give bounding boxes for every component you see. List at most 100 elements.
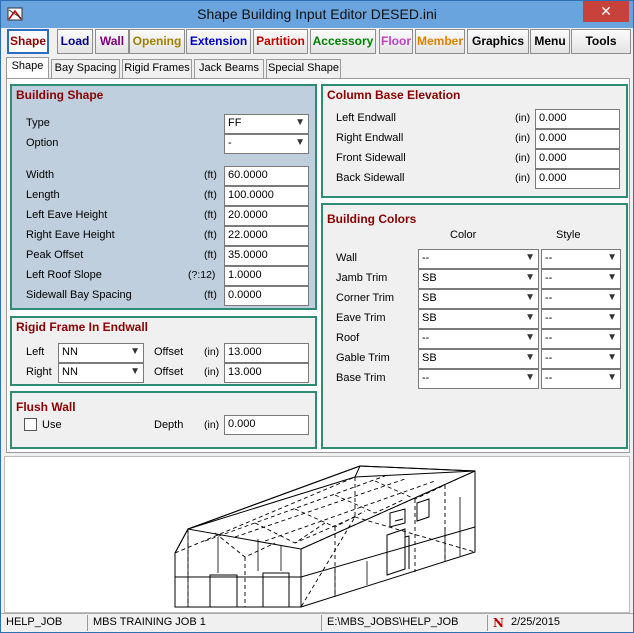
corner-trim-style-select-value: -- <box>545 292 553 304</box>
corner-trim-color-select-value: SB <box>422 292 437 304</box>
roof-style-select[interactable]: -- ▼ <box>541 329 621 349</box>
wall-label: Wall <box>336 252 357 264</box>
toolbar-tools-button[interactable]: Tools <box>571 29 631 54</box>
tab-jack-beams[interactable]: Jack Beams <box>194 59 264 78</box>
toolbar-accessory-button[interactable]: Accessory <box>310 29 376 54</box>
chevron-down-icon: ▼ <box>295 137 305 148</box>
tab-rigid-frames[interactable]: Rigid Frames <box>122 59 192 78</box>
rigid-frame-title: Rigid Frame In Endwall <box>16 320 149 334</box>
option-select[interactable]: - ▼ <box>224 134 309 154</box>
roof-label: Roof <box>336 332 360 344</box>
chevron-down-icon: ▼ <box>525 332 535 343</box>
base-trim-color-select[interactable]: -- ▼ <box>418 369 539 389</box>
eave-trim-color-select-value: SB <box>422 312 437 324</box>
jamb-trim-style-select-value: -- <box>545 272 553 284</box>
building-colors-title: Building Colors <box>327 212 417 226</box>
color-header: Color <box>450 229 477 241</box>
eave-trim-color-select[interactable]: SB ▼ <box>418 309 539 329</box>
toolbar-wall-button[interactable]: Wall <box>95 29 129 54</box>
wall-color-select[interactable]: -- ▼ <box>418 249 539 269</box>
back-sidewall-unit: (in) <box>515 172 531 184</box>
nucor-logo-icon: N <box>493 616 504 630</box>
toolbar-load-button[interactable]: Load <box>57 29 93 54</box>
base-trim-color-select-value: -- <box>422 372 430 384</box>
use-label: Use <box>42 419 62 431</box>
left-roof-slope-input[interactable]: 1.0000 <box>224 266 309 286</box>
rigid-left-label: Left <box>26 346 45 358</box>
width-unit: (ft) <box>204 169 217 181</box>
depth-input[interactable]: 0.000 <box>224 415 309 435</box>
gable-trim-color-select-value: SB <box>422 352 437 364</box>
tab-special-shape[interactable]: Special Shape <box>266 59 341 78</box>
front-sidewall-label: Front Sidewall <box>336 152 406 164</box>
front-sidewall-unit: (in) <box>515 152 531 164</box>
toolbar-shape-button[interactable]: Shape <box>7 29 49 54</box>
close-button[interactable]: ✕ <box>583 1 629 22</box>
right-endwall-input[interactable]: 0.000 <box>535 129 620 149</box>
toolbar-graphics-button[interactable]: Graphics <box>467 29 529 54</box>
eave-trim-label: Eave Trim <box>336 312 386 324</box>
right-eave-height-input[interactable]: 22.0000 <box>224 226 309 246</box>
back-sidewall-label: Back Sidewall <box>336 172 405 184</box>
chevron-down-icon: ▼ <box>607 372 617 383</box>
chevron-down-icon: ▼ <box>607 312 617 323</box>
rigid-frame-group: Rigid Frame In Endwall Left NN ▼ Offset (in)… <box>10 316 317 386</box>
base-trim-style-select-value: -- <box>545 372 553 384</box>
use-checkbox[interactable] <box>24 418 37 431</box>
window-title: Shape Building Input Editor DESED.ini <box>197 6 437 22</box>
rigid-right-unit: (in) <box>204 366 220 378</box>
toolbar-member-button[interactable]: Member <box>415 29 465 54</box>
rigid-left-offset-label: Offset <box>154 346 184 358</box>
chevron-down-icon: ▼ <box>130 366 140 377</box>
length-unit: (ft) <box>204 189 217 201</box>
right-endwall-label: Right Endwall <box>336 132 404 144</box>
left-eave-height-input[interactable]: 20.0000 <box>224 206 309 226</box>
rigid-left-offset-input[interactable]: 13.000 <box>224 343 309 363</box>
title-bar[interactable]: Shape Building Input Editor DESED.ini ✕ <box>1 1 633 28</box>
flush-wall-title: Flush Wall <box>16 400 76 414</box>
left-eave-height-unit: (ft) <box>204 209 217 221</box>
tab-shape[interactable]: Shape <box>6 57 49 78</box>
rigid-right-select[interactable]: NN ▼ <box>58 363 144 383</box>
corner-trim-label: Corner Trim <box>336 292 395 304</box>
peak-offset-input[interactable]: 35.0000 <box>224 246 309 266</box>
type-select-value: FF <box>228 117 242 129</box>
chevron-down-icon: ▼ <box>525 252 535 263</box>
app-window: Shape Building Input Editor DESED.ini ✕ … <box>0 0 634 633</box>
building-preview-canvas[interactable] <box>4 456 630 613</box>
tab-content: Building Shape Type FF ▼ Option - ▼ Widt… <box>6 78 630 453</box>
corner-trim-color-select[interactable]: SB ▼ <box>418 289 539 309</box>
rigid-right-offset-input[interactable]: 13.000 <box>224 363 309 383</box>
length-input[interactable]: 100.0000 <box>224 186 309 206</box>
width-input[interactable]: 60.0000 <box>224 166 309 186</box>
type-select[interactable]: FF ▼ <box>224 114 309 134</box>
toolbar-opening-button[interactable]: Opening <box>129 29 185 54</box>
roof-color-select[interactable]: -- ▼ <box>418 329 539 349</box>
left-endwall-input[interactable]: 0.000 <box>535 109 620 129</box>
chevron-down-icon: ▼ <box>295 117 305 128</box>
gable-trim-style-select[interactable]: -- ▼ <box>541 349 621 369</box>
jamb-trim-style-select[interactable]: -- ▼ <box>541 269 621 289</box>
flush-wall-group: Flush Wall Use Depth (in) 0.000 <box>10 391 317 449</box>
rigid-left-select-value: NN <box>62 346 78 358</box>
jamb-trim-color-select[interactable]: SB ▼ <box>418 269 539 289</box>
front-sidewall-input[interactable]: 0.000 <box>535 149 620 169</box>
tab-bay-spacing[interactable]: Bay Spacing <box>51 59 120 78</box>
gable-trim-color-select[interactable]: SB ▼ <box>418 349 539 369</box>
left-endwall-label: Left Endwall <box>336 112 396 124</box>
wall-style-select[interactable]: -- ▼ <box>541 249 621 269</box>
sidewall-bay-spacing-input[interactable]: 0.0000 <box>224 286 309 306</box>
corner-trim-style-select[interactable]: -- ▼ <box>541 289 621 309</box>
back-sidewall-input[interactable]: 0.000 <box>535 169 620 189</box>
chevron-down-icon: ▼ <box>525 292 535 303</box>
jamb-trim-label: Jamb Trim <box>336 272 388 284</box>
toolbar-floor-button[interactable]: Floor <box>379 29 413 54</box>
toolbar-menu-button[interactable]: Menu <box>530 29 570 54</box>
base-trim-style-select[interactable]: -- ▼ <box>541 369 621 389</box>
toolbar-partition-button[interactable]: Partition <box>253 29 308 54</box>
rigid-left-select[interactable]: NN ▼ <box>58 343 144 363</box>
chevron-down-icon: ▼ <box>525 372 535 383</box>
toolbar-extension-button[interactable]: Extension <box>186 29 251 54</box>
status-job: HELP_JOB <box>6 616 63 628</box>
eave-trim-style-select[interactable]: -- ▼ <box>541 309 621 329</box>
